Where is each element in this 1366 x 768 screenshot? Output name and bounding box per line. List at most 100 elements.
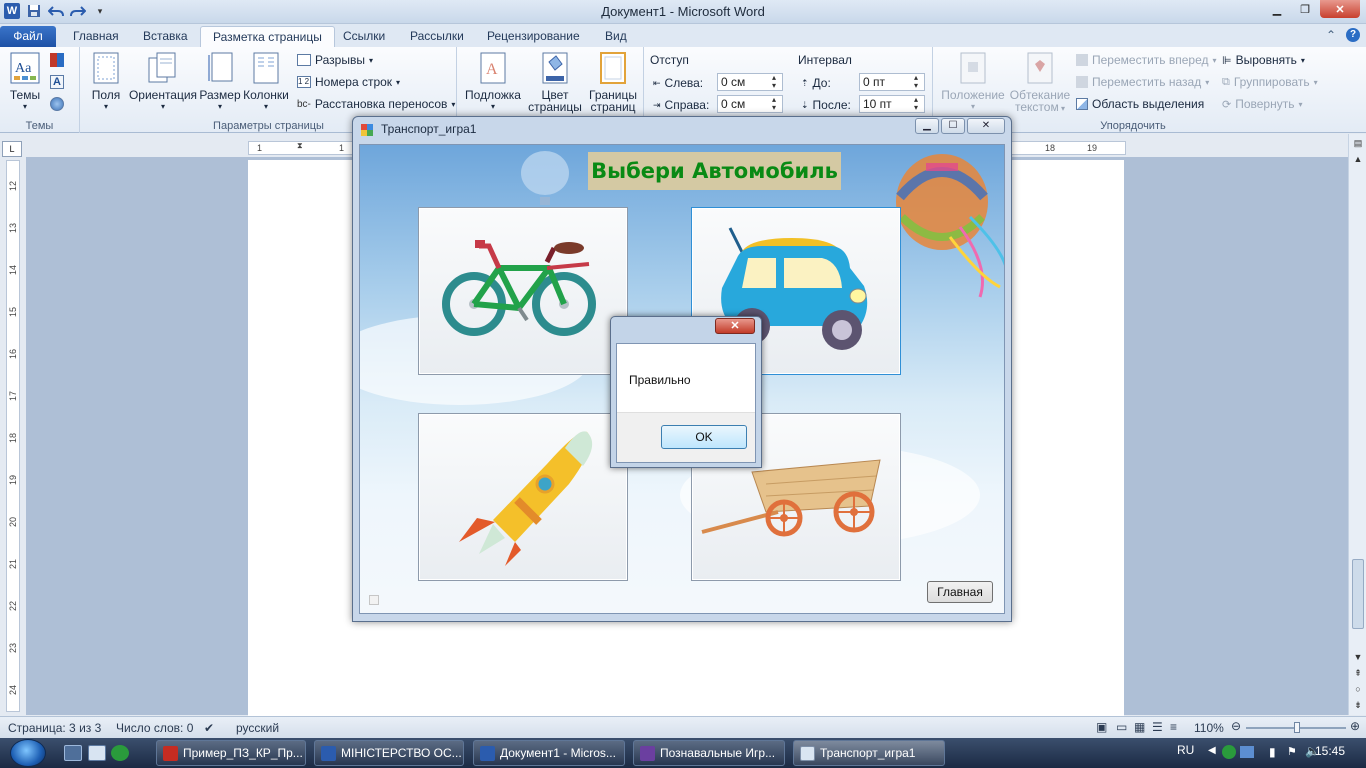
page-count[interactable]: Страница: 3 из 3 [8, 721, 101, 735]
line-numbers-button[interactable]: 1 2 Номера строк ▾ [297, 75, 400, 89]
word-count[interactable]: Число слов: 0 [116, 721, 193, 735]
page-borders-button[interactable]: Границы страниц [586, 51, 640, 113]
indent-marker-icon[interactable]: ⧗ [297, 141, 303, 151]
group-objects-button[interactable]: ⧉ Группировать ▾ [1222, 75, 1318, 89]
indent-right-input[interactable]: 0 см [717, 95, 783, 113]
taskbar-task-visual-studio[interactable]: Познавальные Игр... [633, 740, 785, 766]
wrap-text-button[interactable]: Обтекание текстом ▾ [1008, 51, 1072, 115]
spacing-before-input[interactable]: 0 пт [859, 73, 925, 91]
vertical-ruler[interactable]: 12 13 14 15 16 17 18 19 20 21 22 23 24 [6, 160, 20, 712]
group-objects-icon: ⧉ [1222, 75, 1230, 88]
watermark-button[interactable]: A Подложка ▾ [462, 51, 524, 113]
bring-forward-button[interactable]: Переместить вперед ▾ [1076, 53, 1217, 67]
taskbar-task-word-document[interactable]: Документ1 - Micros... [473, 740, 625, 766]
checkbox[interactable] [369, 595, 379, 605]
align-label: Выровнять [1235, 53, 1297, 67]
input-language[interactable]: RU [1177, 743, 1194, 757]
tab-home[interactable]: Главная [61, 26, 131, 47]
print-layout-icon[interactable]: ▣ [1096, 720, 1107, 734]
columns-button[interactable]: Колонки ▾ [241, 51, 291, 113]
selection-pane-button[interactable]: Область выделения [1076, 97, 1204, 111]
tab-references[interactable]: Ссылки [331, 26, 397, 47]
start-button[interactable] [10, 739, 46, 767]
reading-view-icon[interactable]: ▭ [1116, 720, 1127, 734]
app-close-icon[interactable]: ✕ [967, 118, 1005, 134]
scroll-down-icon[interactable]: ▼ [1349, 652, 1366, 662]
dialog-close-icon[interactable]: ✕ [715, 318, 755, 334]
utorrent-icon[interactable] [111, 745, 129, 761]
ruler-toggle-icon[interactable]: ▤ [1349, 138, 1366, 149]
themes-button[interactable]: Aa Темы ▾ [6, 51, 44, 113]
align-button[interactable]: ⊫ Выровнять ▾ [1222, 53, 1305, 67]
breaks-button[interactable]: Разрывы ▾ [297, 53, 373, 67]
ruler-tick: 22 [8, 600, 19, 612]
outline-view-icon[interactable]: ☰ [1152, 720, 1163, 734]
tray-expand-icon[interactable]: ◀ [1208, 745, 1216, 756]
theme-effects-icon[interactable] [50, 97, 64, 111]
web-layout-icon[interactable]: ▦ [1134, 720, 1145, 734]
tab-view[interactable]: Вид [593, 26, 639, 47]
wrap-text-label-2: текстом [1015, 100, 1059, 114]
help-icon[interactable]: ? [1346, 28, 1360, 42]
app-maximize-icon[interactable]: ☐ [941, 118, 965, 134]
size-button[interactable]: Размер ▾ [199, 51, 241, 113]
rotate-button[interactable]: ⟳ Повернуть ▾ [1222, 97, 1303, 111]
tab-insert[interactable]: Вставка [131, 26, 200, 47]
app-minimize-icon[interactable]: ▁ [915, 118, 939, 134]
explorer-icon[interactable] [88, 745, 106, 761]
tab-page-layout[interactable]: Разметка страницы [200, 26, 335, 47]
tab-selector[interactable]: L [2, 141, 22, 157]
zoom-out-icon[interactable]: ⊖ [1231, 719, 1241, 733]
network-icon[interactable]: ▮ [1269, 745, 1276, 759]
zoom-slider[interactable] [1246, 722, 1346, 733]
language-indicator[interactable]: русский [236, 721, 279, 735]
browse-object-icon[interactable]: ○ [1349, 684, 1366, 694]
draft-view-icon[interactable]: ≡ [1170, 720, 1177, 734]
page-color-icon [540, 51, 570, 85]
spacing-after-input[interactable]: 10 пт [859, 95, 925, 113]
spelling-check-icon[interactable]: ✔ [204, 721, 214, 735]
line-numbers-label: Номера строк [315, 75, 393, 89]
spacing-heading: Интервал [798, 53, 852, 67]
indent-left-label: Слева: [664, 76, 704, 90]
margins-button[interactable]: Поля ▾ [87, 51, 125, 113]
tray-flag-icon[interactable]: ⚑ [1287, 745, 1297, 758]
zoom-in-icon[interactable]: ⊕ [1350, 719, 1360, 733]
tray-app-icon[interactable] [1240, 746, 1254, 758]
app-window-controls: ▁ ☐ ✕ [915, 118, 1005, 134]
send-backward-button[interactable]: Переместить назад ▾ [1076, 75, 1209, 89]
scroll-up-icon[interactable]: ▲ [1349, 154, 1366, 164]
maximize-icon[interactable]: ❐ [1292, 0, 1318, 18]
hyphenation-button[interactable]: bc- Расстановка переносов ▾ [297, 97, 455, 111]
orientation-button[interactable]: Ориентация ▾ [127, 51, 199, 113]
taskbar-task-word-ministry[interactable]: МІНІСТЕРСТВО ОС... [314, 740, 464, 766]
tab-file[interactable]: Файл [0, 26, 56, 47]
tab-review[interactable]: Рецензирование [475, 26, 592, 47]
zoom-slider-knob[interactable] [1294, 722, 1300, 733]
ok-button[interactable]: OK [661, 425, 747, 449]
position-button[interactable]: Положение ▾ [940, 51, 1006, 113]
theme-colors-icon[interactable] [50, 53, 64, 67]
zoom-level[interactable]: 110% [1194, 721, 1224, 735]
indent-left-input[interactable]: 0 см [717, 73, 783, 91]
collapse-ribbon-icon[interactable]: ⌃ [1326, 28, 1336, 42]
utorrent-tray-icon[interactable] [1222, 745, 1236, 759]
clock[interactable]: 15:45 [1315, 744, 1345, 758]
theme-fonts-icon[interactable]: A [50, 75, 64, 89]
vehicle-card-rocket[interactable] [418, 413, 628, 581]
spacing-after-icon: ⇣ [801, 99, 809, 110]
tab-mailings[interactable]: Рассылки [398, 26, 476, 47]
show-desktop-icon[interactable] [64, 745, 82, 761]
home-button[interactable]: Главная [927, 581, 993, 603]
rotate-icon: ⟳ [1222, 98, 1232, 111]
scroll-thumb[interactable] [1352, 559, 1364, 629]
vehicle-card-bicycle[interactable] [418, 207, 628, 375]
minimize-icon[interactable]: ▁ [1264, 0, 1290, 18]
taskbar-task-transport-game[interactable]: Транспорт_игра1 [793, 740, 945, 766]
close-icon[interactable]: ✕ [1320, 0, 1360, 18]
title-bar: W ▾ Документ1 - Microsoft Word ▁ ❐ ✕ [0, 0, 1366, 24]
next-page-icon[interactable]: ⇟ [1349, 700, 1366, 711]
previous-page-icon[interactable]: ⇞ [1349, 668, 1366, 679]
taskbar-task-pdf[interactable]: Пример_ПЗ_КР_Пр... [156, 740, 306, 766]
vertical-scrollbar[interactable]: ▤ ▲ ▼ ⇞ ○ ⇟ [1348, 134, 1366, 715]
